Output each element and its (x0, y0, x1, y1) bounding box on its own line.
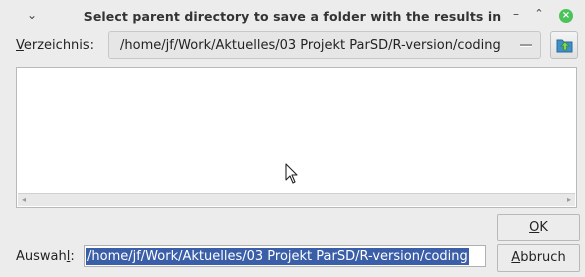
ok-button[interactable]: OK (497, 214, 580, 241)
directory-label-mnemonic: V (16, 38, 24, 53)
folder-up-icon (556, 39, 573, 53)
selection-label-suffix: : (70, 249, 75, 264)
window-title: Select parent directory to save a folder… (83, 9, 502, 24)
combobox-handle-icon (520, 44, 532, 46)
minimize-icon[interactable]: – (509, 7, 523, 23)
directory-label: Verzeichnis: (16, 38, 94, 54)
directory-combobox[interactable]: /home/jf/Work/Aktuelles/03 Projekt ParSD… (108, 31, 541, 59)
maximize-icon[interactable]: ⌃ (532, 7, 546, 23)
title-bar[interactable]: ⌄ Select parent directory to save a fold… (0, 0, 585, 33)
selection-label: Auswahl: (16, 249, 75, 264)
close-icon[interactable]: × (559, 9, 573, 23)
cancel-button-mnemonic: A (511, 250, 521, 265)
selection-label-prefix: Auswah (16, 249, 67, 264)
directory-path: /home/jf/Work/Aktuelles/03 Projekt ParSD… (120, 38, 501, 53)
scroll-left-icon[interactable]: ◂ (18, 194, 30, 205)
directory-label-text: erzeichnis: (23, 38, 95, 53)
selection-value: /home/jf/Work/Aktuelles/03 Projekt ParSD… (86, 248, 469, 265)
selection-input[interactable]: /home/jf/Work/Aktuelles/03 Projekt ParSD… (84, 245, 486, 267)
file-list[interactable]: ◂ ▸ (16, 67, 577, 208)
scroll-right-icon[interactable]: ▸ (563, 194, 575, 205)
cancel-button[interactable]: Abbruch (497, 244, 580, 272)
parent-directory-button[interactable] (550, 31, 578, 59)
mouse-pointer-icon (285, 163, 298, 184)
ok-button-label: K (539, 220, 548, 235)
ok-button-mnemonic: O (529, 220, 540, 235)
cancel-button-label: bbruch (520, 250, 566, 265)
horizontal-scrollbar[interactable]: ◂ ▸ (18, 193, 575, 206)
